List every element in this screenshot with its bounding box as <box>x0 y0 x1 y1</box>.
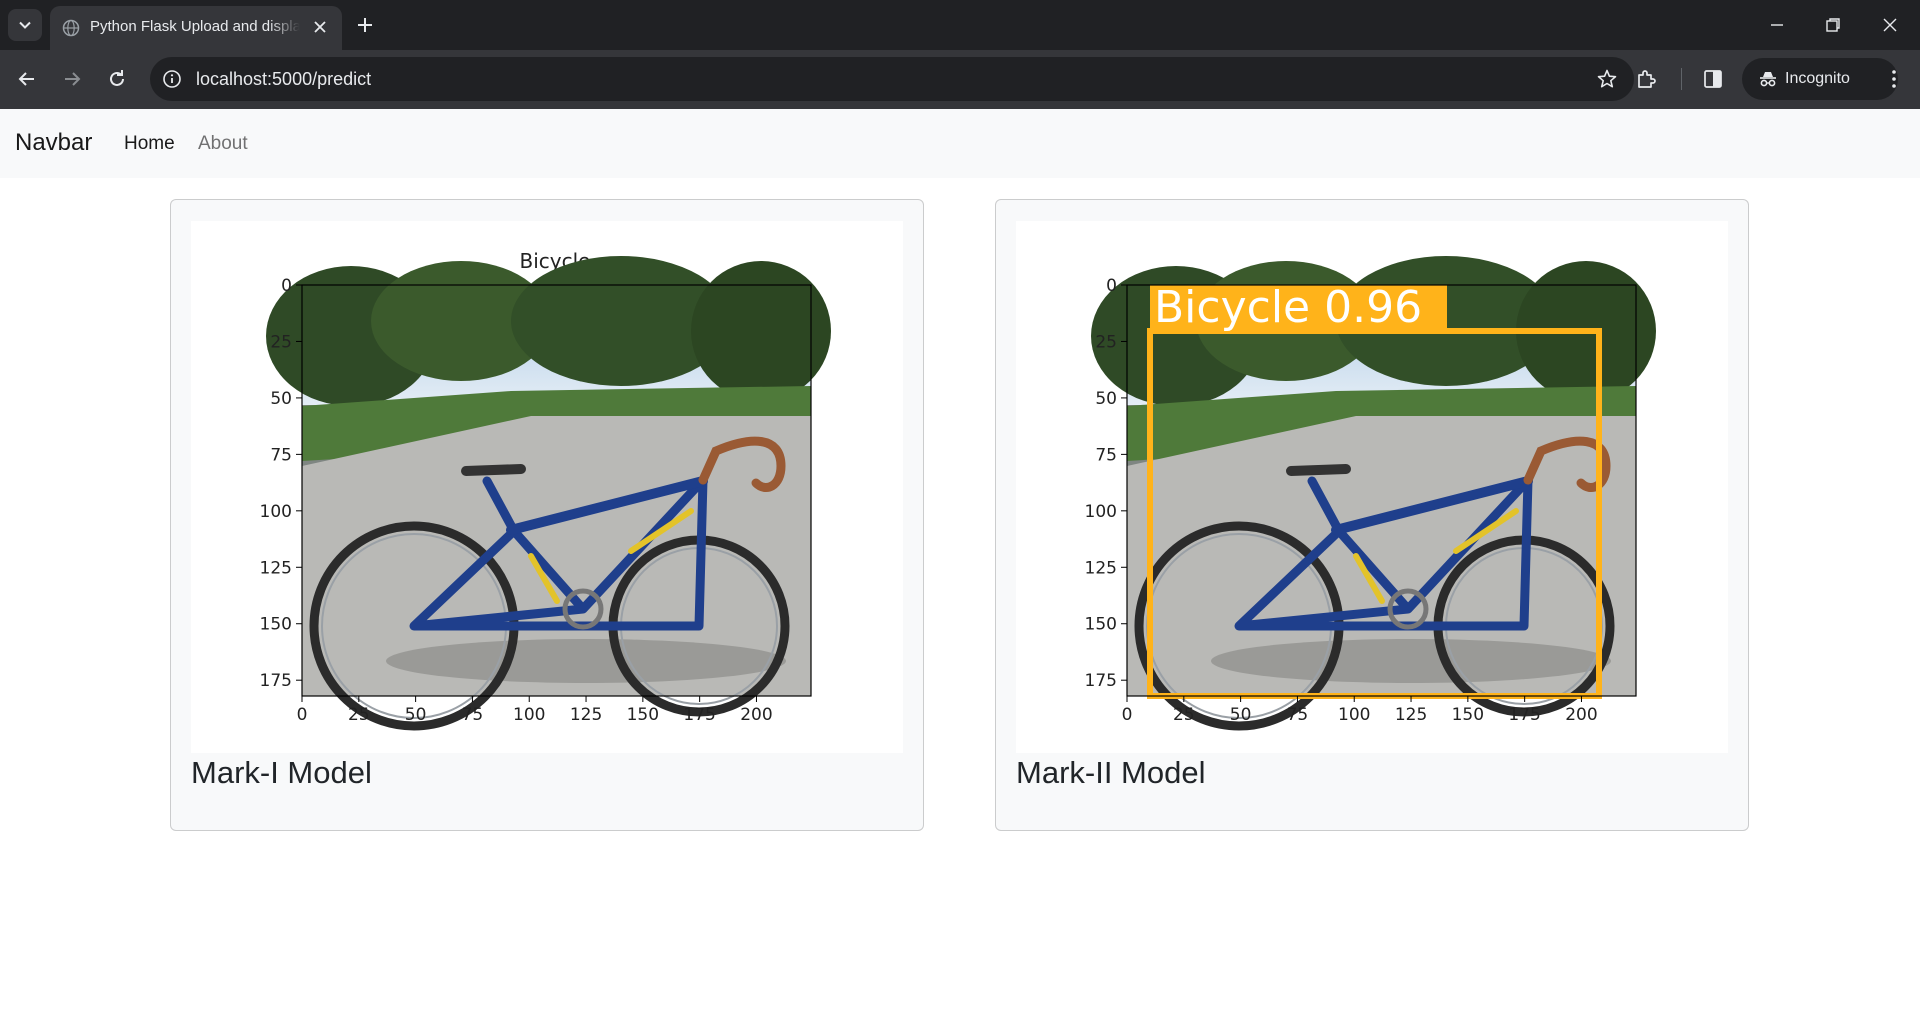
x-tick-label: 25 <box>348 705 370 725</box>
x-tick-label: 75 <box>1287 705 1309 725</box>
card-mark-i: Bicycle 0 25 50 75 100 125 150 175 200 0… <box>170 199 924 831</box>
y-tick-label: 0 <box>281 276 292 296</box>
browser-tabstrip: Python Flask Upload and display image <box>0 0 1920 50</box>
nav-link-home[interactable]: Home <box>124 133 175 155</box>
y-tick-label: 50 <box>1095 389 1117 409</box>
browser-toolbar: localhost:5000/predict Incognito <box>0 50 1920 109</box>
globe-icon <box>62 19 80 37</box>
side-panel-icon[interactable] <box>1701 67 1725 91</box>
incognito-icon <box>1760 72 1776 87</box>
prediction-figure: Bicycle 0.96 0 25 50 75 100 125 150 175 200 0 25 50… <box>1016 221 1728 753</box>
y-tick-label: 100 <box>260 502 292 522</box>
incognito-label: Incognito <box>1785 70 1850 87</box>
nav-link-about[interactable]: About <box>198 133 248 155</box>
extensions-icon[interactable] <box>1634 67 1658 91</box>
detection-label: Bicycle 0.96 <box>1154 282 1422 333</box>
address-bar[interactable]: localhost:5000/predict <box>150 57 1634 101</box>
card-mark-ii: Bicycle 0.96 0 25 50 75 100 125 150 175 200 0 25 50… <box>995 199 1749 831</box>
reload-icon[interactable] <box>104 66 130 92</box>
restore-icon[interactable] <box>1822 14 1844 36</box>
prediction-figure: Bicycle 0 25 50 75 100 125 150 175 200 0… <box>191 221 903 753</box>
new-tab-icon[interactable] <box>354 14 376 36</box>
navbar-brand[interactable]: Navbar <box>15 129 92 157</box>
y-tick-label: 100 <box>1085 502 1117 522</box>
card-title: Mark-II Model <box>1016 755 1206 790</box>
y-tick-label: 75 <box>270 445 292 465</box>
y-tick-label: 0 <box>1106 276 1117 296</box>
x-tick-label: 200 <box>1565 705 1597 725</box>
plot-svg: Bicycle 0.96 0 25 50 75 100 125 150 175 200 0 25 50… <box>1085 256 1656 731</box>
browser-tab[interactable]: Python Flask Upload and display image <box>50 6 342 50</box>
x-tick-label: 175 <box>1508 705 1540 725</box>
y-tick-label: 150 <box>1085 615 1117 635</box>
navbar: Navbar Home About <box>0 109 1920 178</box>
x-tick-label: 50 <box>1230 705 1252 725</box>
tab-search-button[interactable] <box>8 9 42 41</box>
x-tick-label: 0 <box>297 705 308 725</box>
x-tick-label: 125 <box>570 705 602 725</box>
more-vert-icon[interactable] <box>1882 67 1906 91</box>
incognito-badge[interactable]: Incognito <box>1742 58 1898 100</box>
x-tick-label: 175 <box>683 705 715 725</box>
y-tick-label: 75 <box>1095 445 1117 465</box>
forward-arrow-icon[interactable] <box>59 66 85 92</box>
plot-svg: Bicycle 0 25 50 75 100 125 150 175 20002… <box>260 249 831 731</box>
x-tick-label: 200 <box>740 705 772 725</box>
bookmark-star-icon[interactable] <box>1596 68 1618 90</box>
y-tick-label: 175 <box>260 671 292 691</box>
tab-title: Python Flask Upload and display image <box>90 18 300 35</box>
x-tick-label: 150 <box>627 705 659 725</box>
y-tick-label: 125 <box>1085 558 1117 578</box>
y-tick-label: 25 <box>1095 332 1117 352</box>
chevron-down-icon <box>19 21 31 29</box>
close-window-icon[interactable] <box>1879 14 1901 36</box>
x-tick-label: 100 <box>513 705 545 725</box>
y-tick-label: 50 <box>270 389 292 409</box>
y-tick-label: 125 <box>260 558 292 578</box>
x-tick-label: 150 <box>1452 705 1484 725</box>
back-arrow-icon[interactable] <box>14 66 40 92</box>
bicycle-photo <box>266 256 831 731</box>
url-text: localhost:5000/predict <box>196 69 372 89</box>
card-title: Mark-I Model <box>191 755 372 790</box>
y-tick-label: 150 <box>260 615 292 635</box>
x-tick-label: 50 <box>405 705 427 725</box>
site-info-icon[interactable] <box>162 69 182 89</box>
minimize-icon[interactable] <box>1766 14 1788 36</box>
x-tick-label: 25 <box>1173 705 1195 725</box>
x-tick-label: 0 <box>1122 705 1133 725</box>
y-tick-label: 25 <box>270 332 292 352</box>
x-tick-label: 100 <box>1338 705 1370 725</box>
x-tick-label: 75 <box>462 705 484 725</box>
x-tick-label: 125 <box>1395 705 1427 725</box>
toolbar-divider <box>1681 68 1682 90</box>
close-tab-icon[interactable] <box>312 19 328 35</box>
y-tick-label: 175 <box>1085 671 1117 691</box>
